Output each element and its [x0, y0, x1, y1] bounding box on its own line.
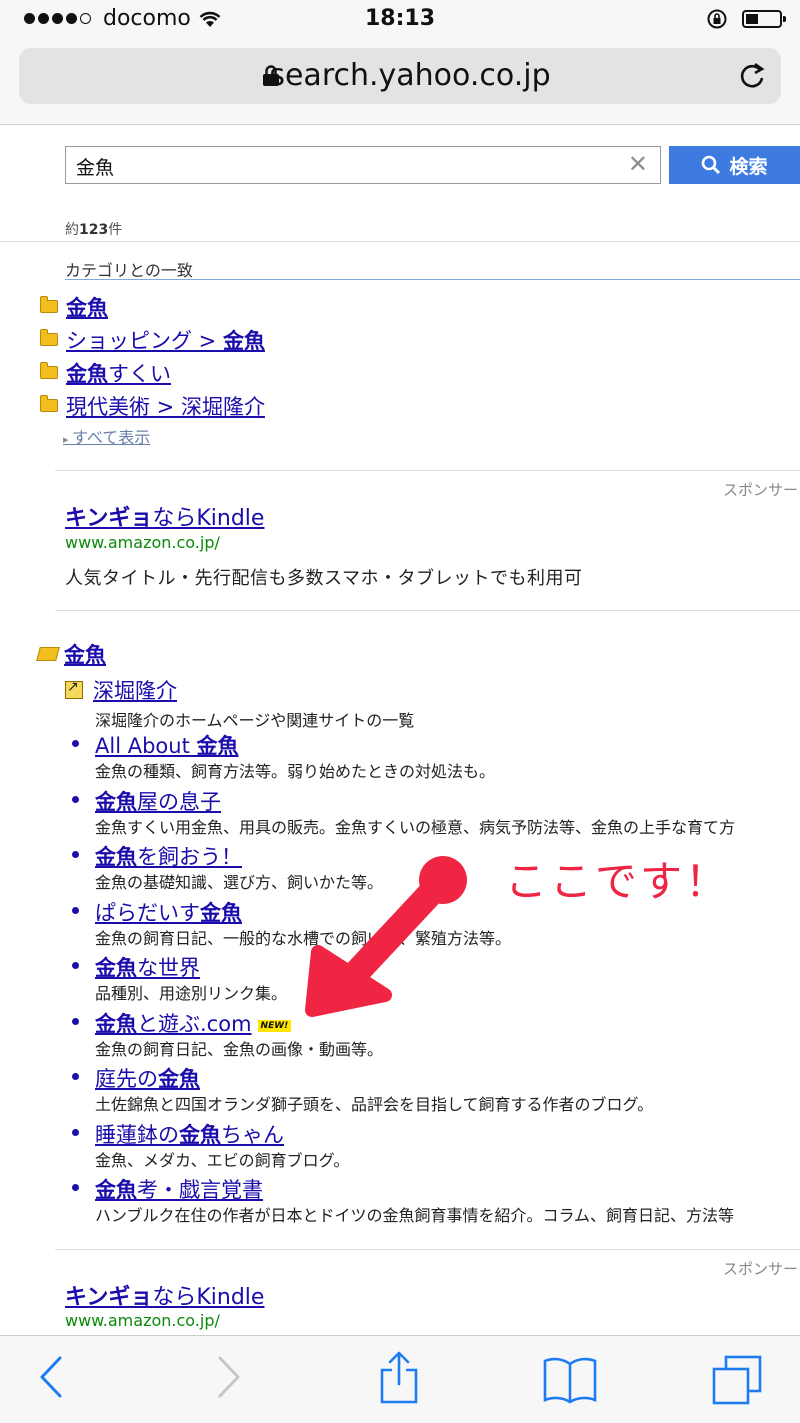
list-item: All About 金魚 金魚の種類、飼育方法等。弱り始めたときの対処法も。 [72, 730, 800, 786]
search-button-label: 検索 [729, 155, 768, 178]
divider [55, 610, 800, 611]
category-item: 金魚すくい [40, 356, 265, 389]
bullet [72, 1184, 79, 1191]
share-icon[interactable] [378, 1350, 420, 1406]
section-title-link[interactable]: 金魚 [64, 639, 106, 669]
folder-icon [40, 395, 58, 412]
section-heading: 金魚 [36, 639, 106, 669]
result-desc: 金魚の飼育日記、金魚の画像・動画等。 [95, 1039, 384, 1059]
category-item: ショッピング > 金魚 [40, 323, 265, 356]
result-list: All About 金魚 金魚の種類、飼育方法等。弱り始めたときの対処法も。 金… [72, 730, 800, 1230]
result-link[interactable]: 睡蓮鉢の金魚ちゃん [95, 1119, 284, 1149]
result-desc: 金魚の飼育日記、一般的な水槽での飼い方、繁殖方法等。 [95, 928, 512, 948]
search-button[interactable]: 検索 [669, 146, 800, 184]
sponsor-label: スポンサー [722, 481, 798, 499]
category-link-kingyo-sukui[interactable]: 金魚すくい [66, 358, 171, 388]
ad-title-link[interactable]: キンギョならKindle [65, 500, 264, 532]
folder-icon [40, 296, 58, 313]
result-desc: 品種別、用途別リンク集。 [95, 984, 288, 1003]
folder-icon [40, 362, 58, 379]
result-link[interactable]: 金魚と遊ぶ.com [95, 1012, 252, 1036]
category-item: 現代美術 > 深堀隆介 [40, 389, 265, 422]
bullet [72, 1073, 79, 1080]
shortcut-icon [65, 679, 83, 699]
result-link[interactable]: 金魚な世界 [95, 952, 200, 982]
result-link[interactable]: 金魚を飼おう！ [95, 841, 242, 871]
category-link-shopping[interactable]: ショッピング > 金魚 [66, 325, 265, 355]
list-item: 金魚屋の息子 金魚すくい用金魚、用具の販売。金魚すくいの極意、病気予防法等、金魚… [72, 786, 800, 842]
category-list: 金魚 ショッピング > 金魚 金魚すくい 現代美術 > 深堀隆介 [40, 290, 265, 422]
divider [65, 279, 800, 280]
bookmarks-icon[interactable] [542, 1356, 598, 1404]
back-icon[interactable] [36, 1352, 66, 1402]
bullet [72, 851, 79, 858]
reload-icon[interactable] [737, 60, 767, 92]
sub-category: 深堀隆介 深堀隆介のホームページや関連サイトの一覧 [65, 675, 414, 731]
bullet [72, 962, 79, 969]
ad-url: www.amazon.co.jp/ [65, 533, 220, 552]
result-link[interactable]: All About 金魚 [95, 730, 238, 760]
ad-title-link[interactable]: キンギョならKindle [65, 1279, 264, 1311]
bullet [72, 795, 79, 803]
result-desc: 金魚すくい用金魚、用具の販売。金魚すくいの極意、病気予防法等、金魚の上手な育て方 [95, 817, 736, 837]
list-item: 金魚と遊ぶ.com NEW! 金魚の飼育日記、金魚の画像・動画等。 [72, 1008, 800, 1064]
result-link[interactable]: 金魚屋の息子 [95, 786, 221, 816]
bullet [72, 740, 79, 747]
bullet [72, 1017, 79, 1025]
browser-toolbar: search.yahoo.co.jp [0, 40, 800, 125]
bullet [72, 1128, 79, 1136]
category-link-art[interactable]: 現代美術 > 深堀隆介 [66, 391, 265, 421]
ad-url: www.amazon.co.jp/ [65, 1311, 220, 1330]
result-desc: ハンブルク在住の作者が日本とドイツの金魚飼育事情を紹介。コラム、飼育日記、方法等 [95, 1206, 735, 1225]
battery-icon [742, 10, 786, 28]
result-desc: 金魚の種類、飼育方法等。弱り始めたときの対処法も。 [95, 762, 496, 781]
folder-icon [40, 329, 58, 346]
ad-description: 人気タイトル・先行配信も多数スマホ・タブレットでも利用可 [65, 568, 583, 589]
clear-icon[interactable]: ✕ [628, 150, 648, 178]
bottom-toolbar [0, 1335, 800, 1423]
result-link[interactable]: 庭先の金魚 [95, 1063, 200, 1093]
list-item: 庭先の金魚 土佐錦魚と四国オランダ獅子頭を、品評会を目指して飼育する作者のブログ… [72, 1063, 800, 1119]
sponsor-label: スポンサー [722, 1260, 798, 1278]
forward-icon[interactable] [214, 1352, 244, 1402]
result-desc: 金魚の基礎知識、選び方、飼いかた等。 [95, 873, 384, 892]
result-link[interactable]: 金魚考・戯言覚書 [95, 1174, 263, 1204]
status-bar: docomo 18:13 [0, 0, 800, 40]
divider [55, 1249, 800, 1250]
show-all-link[interactable]: すべて表示 [63, 424, 150, 448]
bullet [72, 906, 79, 914]
category-item: 金魚 [40, 290, 265, 323]
divider [0, 241, 800, 242]
search-form: 金魚 ✕ 検索 [0, 146, 800, 186]
divider [55, 470, 800, 471]
open-folder-icon [36, 647, 60, 661]
annotation-text: ここです！ [505, 857, 731, 906]
result-desc: 土佐錦魚と四国オランダ獅子頭を、品評会を目指して飼育する作者のブログ。 [95, 1095, 654, 1114]
search-input[interactable]: 金魚 ✕ [65, 146, 661, 184]
sub-category-desc: 深堀隆介のホームページや関連サイトの一覧 [95, 711, 415, 730]
tabs-icon[interactable] [710, 1354, 766, 1406]
list-item: 金魚考・戯言覚書 ハンブルク在住の作者が日本とドイツの金魚飼育事情を紹介。コラム… [72, 1174, 800, 1230]
category-link-kingyo[interactable]: 金魚 [66, 292, 108, 322]
search-icon [702, 155, 721, 175]
address-url: search.yahoo.co.jp [269, 58, 551, 93]
address-bar[interactable]: search.yahoo.co.jp [19, 48, 781, 104]
result-desc: 金魚、メダカ、エビの飼育ブログ。 [95, 1150, 350, 1170]
orientation-lock-icon [707, 9, 727, 29]
list-item: 金魚な世界 品種別、用途別リンク集。 [72, 952, 800, 1008]
result-count: 約123件 [65, 222, 123, 238]
result-link[interactable]: ぱらだいす金魚 [95, 897, 242, 927]
category-heading: カテゴリとの一致 [65, 261, 193, 280]
new-badge: NEW! [257, 1020, 292, 1032]
list-item: 睡蓮鉢の金魚ちゃん 金魚、メダカ、エビの飼育ブログ。 [72, 1119, 800, 1175]
search-query: 金魚 [76, 157, 115, 179]
clock: 18:13 [364, 6, 436, 31]
sub-category-link[interactable]: 深堀隆介 [93, 675, 177, 705]
